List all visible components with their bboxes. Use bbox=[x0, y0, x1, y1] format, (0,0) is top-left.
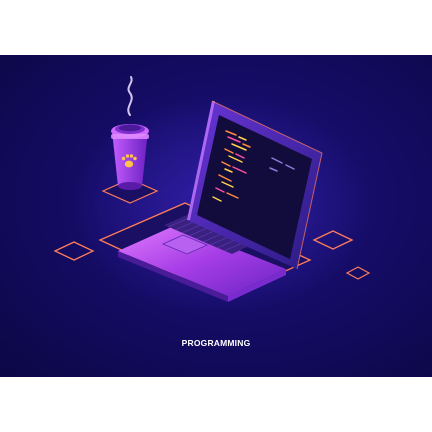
steam-icon bbox=[127, 76, 133, 116]
floating-tile-small bbox=[345, 266, 371, 280]
page: PROGRAMMING bbox=[0, 0, 432, 432]
illustration-banner: PROGRAMMING bbox=[0, 55, 432, 377]
caption-programming: PROGRAMMING bbox=[181, 338, 251, 348]
programming-illustration bbox=[53, 76, 371, 315]
